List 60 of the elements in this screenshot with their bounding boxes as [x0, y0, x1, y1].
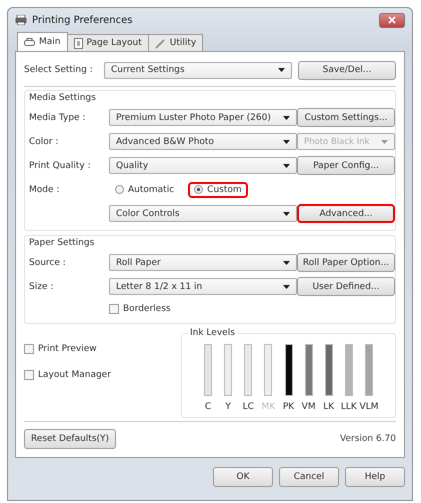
- field-label: Color :: [29, 136, 58, 147]
- ink-label: LLK: [340, 402, 357, 412]
- button[interactable]: Paper Config...: [297, 156, 395, 176]
- field-label: Size :: [29, 282, 54, 292]
- field-label: Print Quality :: [29, 160, 91, 171]
- caret-icon: [283, 260, 290, 265]
- radio-button[interactable]: Custom: [188, 182, 248, 198]
- ink-label: VM: [302, 402, 316, 412]
- radio-button[interactable]: Automatic: [109, 182, 180, 198]
- close-button[interactable]: [379, 12, 405, 28]
- dropdown[interactable]: Letter 8 1/2 x 11 in: [109, 278, 297, 296]
- button[interactable]: Roll Paper Option...: [297, 253, 395, 272]
- group-title: Paper Settings: [29, 238, 96, 250]
- pencil-icon: [154, 38, 166, 48]
- tab[interactable]: Main: [17, 32, 68, 51]
- field-label: Select Setting :: [24, 65, 93, 76]
- version-label: Version 6.70: [340, 434, 396, 444]
- checkbox[interactable]: Borderless: [109, 304, 171, 314]
- ink-label: MK: [262, 402, 276, 412]
- page-icon: [74, 38, 82, 48]
- ink-label: Y: [225, 402, 231, 412]
- button[interactable]: Advanced...: [297, 204, 395, 224]
- caret-icon: [283, 140, 290, 144]
- close-icon: [388, 16, 396, 24]
- button[interactable]: User Defined...: [297, 277, 395, 296]
- caret-icon: [283, 212, 290, 216]
- dialog-button[interactable]: Cancel: [279, 467, 339, 487]
- caret-icon: [283, 284, 290, 289]
- group-title: Media Settings: [29, 92, 97, 105]
- caret-icon: [283, 116, 290, 120]
- checkbox[interactable]: Layout Manager: [24, 370, 111, 380]
- dialog-button[interactable]: OK: [213, 467, 273, 487]
- dropdown[interactable]: Roll Paper: [109, 254, 297, 272]
- ink-label: C: [204, 402, 212, 412]
- ink-label: LC: [242, 402, 254, 412]
- checkbox[interactable]: Print Preview: [24, 344, 111, 354]
- printer-icon: [15, 15, 27, 25]
- tab[interactable]: Page Layout: [66, 34, 149, 51]
- group-title: Ink Levels: [188, 328, 237, 338]
- ink-label: VLM: [360, 402, 378, 412]
- dropdown[interactable]: Quality: [109, 157, 297, 174]
- caret-icon: [381, 140, 388, 144]
- dropdown[interactable]: Color Controls: [109, 205, 297, 222]
- window-title: Printing Preferences: [32, 14, 134, 26]
- ink-label: PK: [282, 402, 294, 412]
- reset-button[interactable]: Reset Defaults(Y): [24, 429, 116, 449]
- caret-icon: [278, 68, 285, 72]
- field-label: Media Type :: [29, 112, 86, 123]
- button[interactable]: Save/Del...: [298, 60, 396, 80]
- tab[interactable]: Utility: [148, 34, 204, 51]
- dropdown[interactable]: Premium Luster Photo Paper (260): [109, 109, 297, 126]
- button[interactable]: Custom Settings...: [297, 108, 395, 128]
- field-label: Source :: [29, 258, 66, 268]
- dropdown[interactable]: Current Settings: [104, 62, 292, 79]
- dropdown[interactable]: Advanced B&W Photo: [109, 133, 297, 150]
- caret-icon: [283, 164, 290, 168]
- field-label: Mode :: [29, 184, 60, 195]
- printer-icon: [24, 38, 35, 46]
- ink-label: LK: [323, 402, 334, 412]
- dialog-button[interactable]: Help: [345, 467, 405, 487]
